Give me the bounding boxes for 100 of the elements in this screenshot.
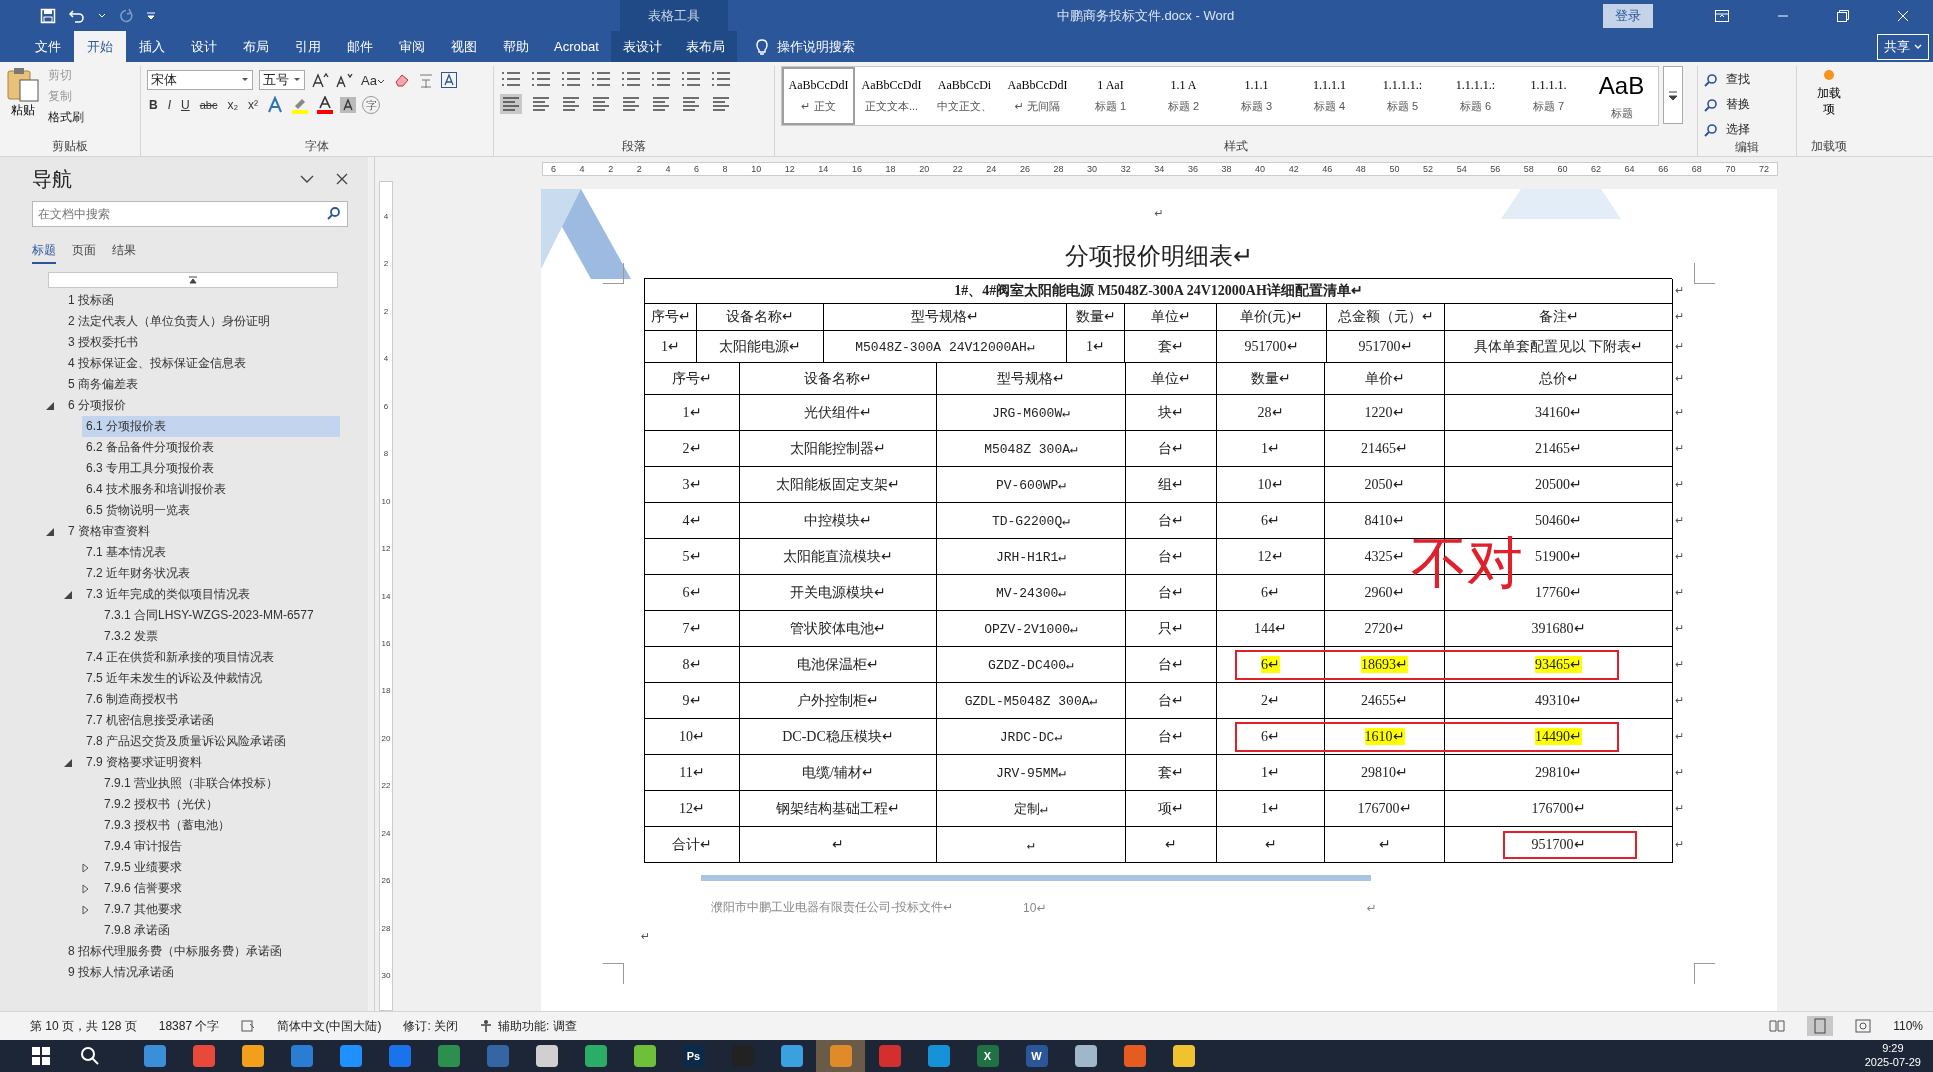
heading-item[interactable]: 7.9.6 信誉要求 (100, 878, 187, 899)
ribbon-tab[interactable]: 视图 (438, 31, 490, 62)
ribbon-tab[interactable]: 审阅 (386, 31, 438, 62)
ribbon-tab[interactable]: 帮助 (490, 31, 542, 62)
heading-item[interactable]: 7.3.1 合同LHSY-WZGS-2023-MM-6577 (100, 605, 318, 626)
line-spacing-icon[interactable] (650, 94, 672, 114)
heading-item[interactable]: 6.2 备品备件分项报价表 (82, 437, 218, 458)
heading-item[interactable]: 7.6 制造商授权书 (82, 689, 182, 710)
heading-item[interactable]: 7 资格审查资料 (64, 521, 154, 542)
ribbon-tab[interactable]: 布局 (230, 31, 282, 62)
caret-icon[interactable] (98, 12, 106, 19)
numbered-list-icon[interactable] (530, 70, 552, 88)
ribbon-tab[interactable]: 邮件 (334, 31, 386, 62)
pane-tab[interactable]: 结果 (112, 239, 136, 264)
character-border-icon[interactable] (440, 72, 457, 88)
format-button[interactable]: B (147, 98, 160, 112)
font-color-icon[interactable] (316, 96, 335, 114)
heading-item[interactable]: 1 投标函 (64, 290, 118, 311)
heading-item[interactable]: 7.9.7 其他要求 (100, 899, 187, 920)
paste-button[interactable]: 粘贴 (6, 66, 40, 119)
heading-item[interactable]: 7.9.1 营业执照（非联合体投标） (100, 773, 283, 794)
taskbar-button[interactable]: W (1012, 1040, 1061, 1072)
editing-button[interactable]: 选择 (1724, 120, 1752, 139)
language-status[interactable]: 简体中文(中国大陆) (277, 1017, 382, 1035)
align-right-icon[interactable] (560, 94, 582, 114)
decrease-indent-icon[interactable] (590, 70, 612, 88)
expanded-triangle-icon[interactable] (46, 401, 54, 410)
word-count[interactable]: 18387 个字 (158, 1017, 220, 1035)
multilevel-list-icon[interactable] (560, 70, 582, 88)
close-icon[interactable] (336, 173, 348, 185)
heading-item[interactable]: 7.8 产品迟交货及质量诉讼风险承诺函 (82, 731, 290, 752)
align-left-icon[interactable] (500, 94, 522, 114)
search-field[interactable]: 在文档中搜索 (32, 201, 348, 227)
heading-item[interactable]: 6 分项报价 (64, 395, 130, 416)
heading-item[interactable]: 7.9.5 业绩要求 (100, 857, 187, 878)
accessibility-status[interactable]: 辅助功能: 调查 (498, 1017, 577, 1035)
sort-icon[interactable] (680, 70, 702, 88)
highlighter-icon[interactable] (290, 96, 311, 114)
expanded-triangle-icon[interactable] (64, 590, 72, 599)
ribbon-tab[interactable]: 设计 (178, 31, 230, 62)
heading-item[interactable]: 7.9.2 授权书（光伏） (100, 794, 223, 815)
heading-item[interactable]: 9 投标人情况承诺函 (64, 962, 178, 983)
heading-item[interactable]: 5 商务偏差表 (64, 374, 142, 395)
windows-logo-icon[interactable] (32, 1047, 50, 1065)
collapsed-triangle-icon[interactable] (82, 883, 89, 894)
search-icon[interactable] (80, 1046, 100, 1066)
heading-item[interactable]: 7.3.2 发票 (100, 626, 163, 647)
heading-item[interactable]: 7.2 近年财务状况表 (82, 563, 194, 584)
format-button[interactable]: I (165, 98, 173, 112)
format-button[interactable]: abc (197, 99, 220, 111)
ribbon-tab[interactable]: 引用 (282, 31, 334, 62)
heading-item[interactable]: 7.4 正在供货和新承接的项目情况表 (82, 647, 278, 668)
bullet-list-icon[interactable] (500, 70, 522, 88)
expanded-triangle-icon[interactable] (64, 758, 72, 767)
shading-icon[interactable] (680, 94, 702, 114)
expanded-triangle-icon[interactable] (46, 527, 54, 536)
tell-me-search[interactable]: 操作说明搜索 (776, 37, 855, 56)
addins-button[interactable]: 加载项 (1814, 86, 1844, 118)
justify-icon[interactable] (590, 94, 612, 114)
ribbon-tab[interactable]: Acrobat (542, 31, 611, 62)
heading-item[interactable]: 7.9.3 授权书（蓄电池） (100, 815, 235, 836)
heading-item[interactable]: 7.5 近年未发生的诉讼及仲裁情况 (82, 668, 266, 689)
heading-item[interactable]: 6.3 专用工具分项报价表 (82, 458, 218, 479)
format-button[interactable]: x² (246, 98, 261, 112)
search-icon[interactable] (326, 207, 342, 221)
zoom-level[interactable]: 110% (1893, 1019, 1923, 1033)
align-center-icon[interactable] (530, 94, 552, 114)
increase-indent-icon[interactable] (620, 70, 642, 88)
change-case-button[interactable]: Aa (359, 72, 387, 88)
print-layout-icon[interactable] (1807, 1016, 1834, 1036)
distributed-icon[interactable] (620, 94, 642, 114)
heading-item[interactable]: 7.3 近年完成的类似项目情况表 (82, 584, 254, 605)
pane-tab[interactable]: 页面 (72, 239, 96, 264)
heading-item[interactable]: 7.9.8 承诺函 (100, 920, 175, 941)
taskbar-button[interactable]: X (963, 1040, 1012, 1072)
restore-icon[interactable] (1837, 9, 1849, 22)
font-name-field[interactable]: 宋体 (147, 70, 253, 90)
borders-icon[interactable] (710, 94, 732, 114)
track-changes-status[interactable]: 修订: 关闭 (403, 1017, 459, 1035)
editing-button[interactable]: 查找 (1724, 70, 1752, 89)
paragraph-mark-icon[interactable] (710, 70, 732, 88)
proofing-icon[interactable] (241, 1020, 256, 1032)
ribbon-tab[interactable]: 插入 (126, 31, 178, 62)
style-item[interactable]: AaBbCcDdI ↵ 正文 (782, 67, 855, 125)
ribbon-display-icon[interactable] (1715, 9, 1729, 22)
shrink-font-icon[interactable] (335, 72, 353, 88)
font-size-field[interactable]: 五号 (259, 70, 305, 90)
ribbon-tab[interactable]: 表布局 (673, 31, 737, 62)
chevron-down-icon[interactable] (300, 174, 314, 184)
text-direction-icon[interactable] (650, 70, 672, 88)
character-shading-icon[interactable] (340, 97, 357, 113)
taskbar-button[interactable]: Ps (669, 1040, 718, 1072)
collapsed-triangle-icon[interactable] (82, 862, 89, 873)
pane-tab[interactable]: 标题 (32, 239, 56, 264)
heading-item[interactable]: 6.1 分项报价表 (82, 416, 340, 437)
grow-font-icon[interactable] (311, 72, 329, 88)
login-button[interactable]: 登录 (1603, 3, 1653, 28)
page-count[interactable]: 第 10 页，共 128 页 (30, 1017, 137, 1035)
ribbon-tab[interactable]: 文件 (22, 31, 74, 62)
heading-item[interactable]: 7.1 基本情况表 (82, 542, 170, 563)
